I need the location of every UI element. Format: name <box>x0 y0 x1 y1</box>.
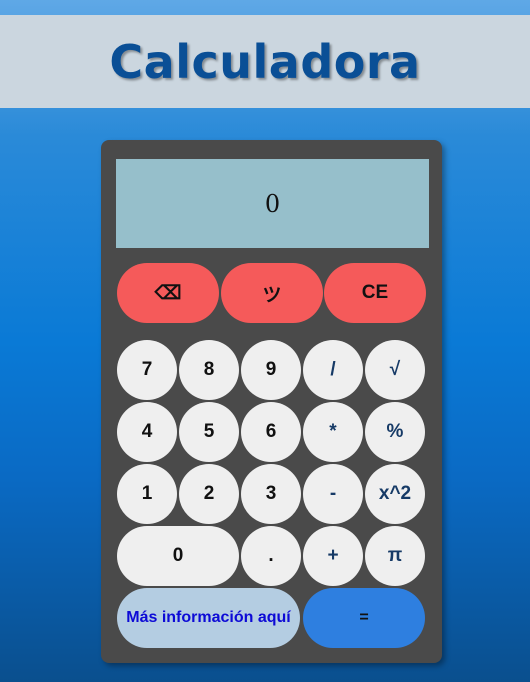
square-root-button[interactable]: √ <box>365 340 425 400</box>
key-4[interactable]: 4 <box>117 402 177 462</box>
pi-button[interactable]: π <box>365 526 425 586</box>
header-bar: Calculadora <box>0 15 530 108</box>
key-9[interactable]: 9 <box>241 340 301 400</box>
minus-button[interactable]: - <box>303 464 363 524</box>
plus-button[interactable]: + <box>303 526 363 586</box>
key-6[interactable]: 6 <box>241 402 301 462</box>
key-2[interactable]: 2 <box>179 464 239 524</box>
key-1[interactable]: 1 <box>117 464 177 524</box>
percent-button[interactable]: % <box>365 402 425 462</box>
divide-button[interactable]: / <box>303 340 363 400</box>
decimal-point-button[interactable]: . <box>241 526 301 586</box>
key-0[interactable]: 0 <box>117 526 239 586</box>
key-8[interactable]: 8 <box>179 340 239 400</box>
page-title: Calculadora <box>109 34 421 89</box>
key-5[interactable]: 5 <box>179 402 239 462</box>
smiley-button[interactable]: ツ <box>221 263 323 323</box>
square-button[interactable]: x^2 <box>365 464 425 524</box>
key-3[interactable]: 3 <box>241 464 301 524</box>
more-info-link[interactable]: Más información aquí <box>117 588 300 648</box>
clear-entry-button[interactable]: CE <box>324 263 426 323</box>
calculator: 0 ⌫ ツ CE 7 8 9 / √ 4 5 6 * % 1 2 3 - x^2… <box>101 140 442 663</box>
calculator-display: 0 <box>116 159 429 248</box>
multiply-button[interactable]: * <box>303 402 363 462</box>
key-7[interactable]: 7 <box>117 340 177 400</box>
equals-button[interactable]: = <box>303 588 425 648</box>
backspace-button[interactable]: ⌫ <box>117 263 219 323</box>
